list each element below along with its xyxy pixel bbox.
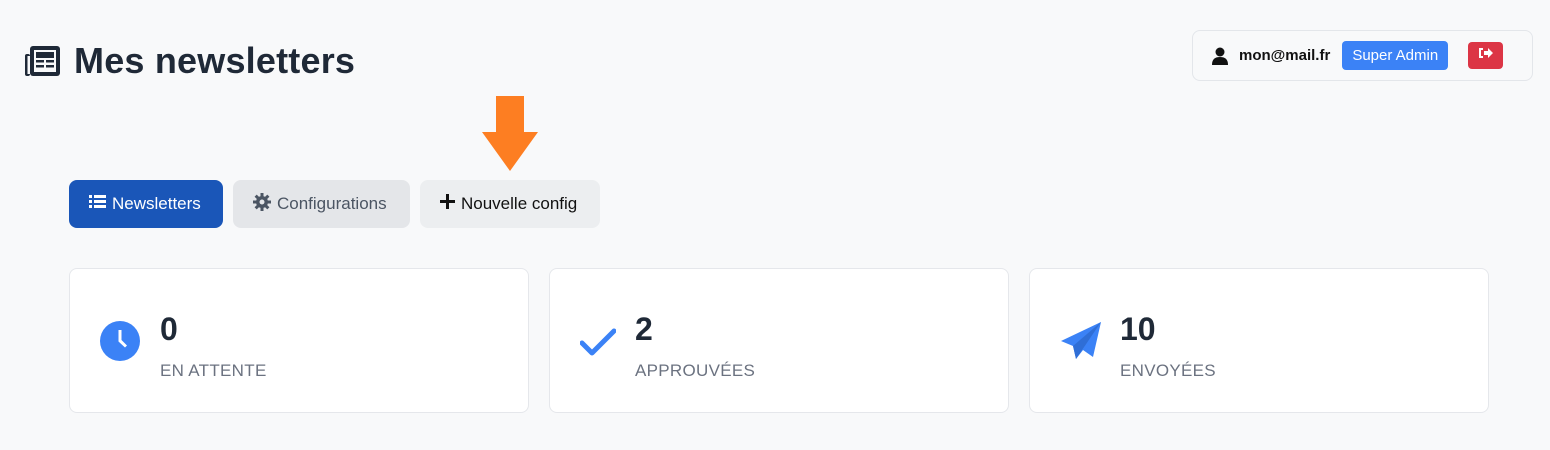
stat-value: 0 [160, 311, 178, 347]
tab-new-config[interactable]: Nouvelle config [420, 180, 600, 228]
page-title: Mes newsletters [24, 40, 355, 82]
sign-out-icon [1478, 46, 1494, 65]
user-icon [1212, 47, 1228, 65]
page: Mes newsletters mon@mail.fr Super Admin [0, 0, 1550, 450]
newspaper-icon [24, 44, 62, 78]
tab-label: Configurations [277, 194, 387, 213]
stat-label: ENVOYÉES [1120, 361, 1216, 380]
list-icon [89, 194, 106, 214]
page-title-text: Mes newsletters [74, 40, 356, 81]
stat-label: APPROUVÉES [635, 361, 756, 380]
tab-newsletters[interactable]: Newsletters [69, 180, 223, 228]
logout-button[interactable] [1468, 42, 1504, 69]
user-info: mon@mail.fr Super Admin [1192, 30, 1533, 81]
arrow-down-icon [480, 96, 540, 177]
stat-value: 10 [1120, 311, 1156, 347]
stat-card-pending: 0 EN ATTENTE [69, 268, 529, 413]
tab-label: Newsletters [112, 194, 201, 213]
tab-label: Nouvelle config [461, 194, 578, 213]
user-email: mon@mail.fr [1239, 47, 1331, 64]
tab-configurations[interactable]: Configurations [233, 180, 410, 228]
clock-icon [100, 321, 140, 366]
paper-plane-icon [1060, 321, 1102, 368]
stat-card-sent: 10 ENVOYÉES [1029, 268, 1489, 413]
role-badge: Super Admin [1342, 41, 1449, 70]
stat-label: EN ATTENTE [160, 361, 267, 380]
plus-icon [440, 194, 455, 214]
nav-tabs: Newsletters Configurations Nouvelle conf… [69, 180, 600, 228]
gear-icon [253, 192, 271, 216]
stat-value: 2 [635, 311, 653, 347]
check-icon [579, 327, 617, 362]
stat-card-approved: 2 APPROUVÉES [549, 268, 1009, 413]
